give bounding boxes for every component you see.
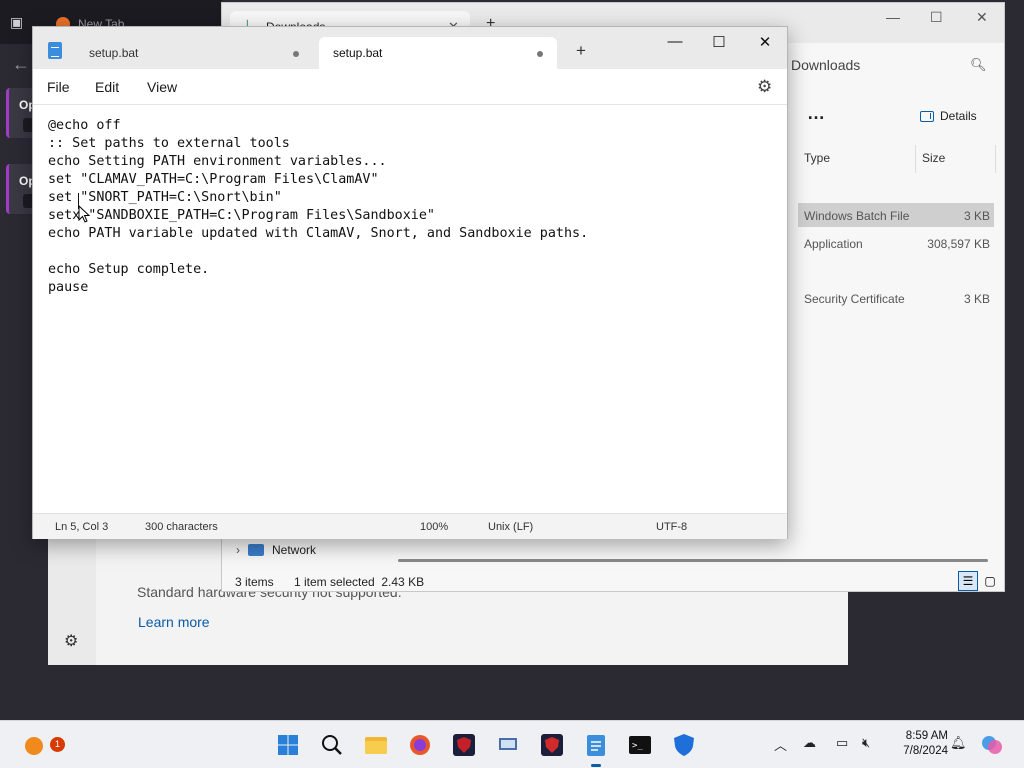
editor-line: echo Setting PATH environment variables.… (48, 154, 387, 169)
tab-overview-icon[interactable]: ▣ (10, 14, 28, 30)
address-breadcrumb[interactable]: Downloads (791, 57, 860, 73)
notepad-menu-bar: File Edit View ⚙ (33, 69, 787, 105)
notepad-window: setup.bat setup.bat + — ☐ ✕ File Edit Vi… (32, 26, 788, 539)
editor-line: echo Setup complete. (48, 262, 210, 277)
column-header-type[interactable]: Type (798, 145, 916, 173)
editor-line: pause (48, 280, 89, 295)
maximize-icon[interactable]: ☐ (930, 9, 943, 26)
notification-bell-icon[interactable]: 🔔︎ (950, 735, 967, 751)
line-ending: Unix (LF) (488, 521, 534, 533)
notepad-tab-label: setup.bat (333, 46, 383, 60)
learn-more-link[interactable]: Learn more (138, 614, 210, 630)
taskbar: 1 >_ ︿ ☁ ▭ 🔇︎ 8:59 AM 7/8/2024 🔔︎ (0, 720, 1024, 768)
zoom-level: 100% (420, 521, 449, 533)
search-icon[interactable] (318, 731, 346, 759)
editor-line: set "SNORT_PATH=C:\Snort\bin" (48, 190, 282, 205)
file-explorer-icon[interactable] (362, 731, 390, 759)
nav-item-label: Network (272, 543, 317, 557)
close-window-icon[interactable]: ✕ (976, 9, 988, 26)
file-size: 3 KB (963, 292, 990, 306)
column-header-size[interactable]: Size (916, 145, 996, 173)
file-row[interactable]: Windows Batch File 3 KB (798, 203, 994, 227)
system-clock[interactable]: 8:59 AM 7/8/2024 (890, 729, 948, 759)
browser-card-2[interactable]: Op (6, 164, 37, 214)
editor-line: :: Set paths to external tools (48, 136, 290, 151)
mute-icon[interactable]: 🔇︎ (862, 735, 870, 751)
copilot-icon[interactable] (978, 731, 1006, 759)
notepad-taskbar-icon[interactable] (582, 731, 610, 767)
terminal-icon[interactable]: >_ (626, 731, 654, 759)
minimize-icon[interactable]: — (886, 9, 900, 25)
clock-time: 8:59 AM (905, 730, 948, 742)
character-count: 300 characters (145, 521, 218, 533)
network-icon (248, 544, 264, 556)
weather-widget-icon[interactable]: 1 (20, 731, 65, 759)
notepad-tab-label: setup.bat (89, 46, 139, 60)
file-row[interactable]: Security Certificate 3 KB (798, 286, 994, 310)
menu-edit[interactable]: Edit (95, 79, 119, 95)
browser-card-1[interactable]: Op (6, 88, 37, 138)
close-window-icon[interactable]: ✕ (755, 33, 775, 51)
minimize-icon[interactable]: — (665, 33, 685, 50)
clock-date: 7/8/2024 (903, 745, 948, 757)
antivirus-app-icon[interactable] (538, 731, 566, 759)
editor-line: setx "SANDBOXIE_PATH=C:\Program Files\Sa… (48, 208, 435, 223)
security-app-icon[interactable] (450, 731, 478, 759)
svg-text:>_: >_ (632, 741, 643, 751)
details-label: Details (940, 109, 977, 123)
editor-line: echo PATH variable updated with ClamAV, … (48, 226, 589, 241)
notepad-status-bar: Ln 5, Col 3 300 characters 100% Unix (LF… (33, 513, 787, 539)
mouse-pointer-icon (78, 205, 90, 223)
file-type: Security Certificate (804, 292, 905, 306)
cloud-offline-icon[interactable]: ☁ (803, 735, 816, 751)
new-tab-plus-icon[interactable]: + (576, 41, 586, 61)
item-count: 3 items (235, 575, 274, 589)
encoding: UTF-8 (656, 521, 688, 533)
details-view-icon[interactable]: ☰ (958, 571, 978, 591)
notepad-tab[interactable]: setup.bat (75, 37, 313, 69)
tiles-view-icon[interactable]: ▢ (980, 571, 1000, 591)
file-type: Application (804, 237, 863, 251)
unsaved-dot-icon (293, 51, 299, 57)
unsaved-dot-icon (537, 51, 543, 57)
editor-line: @echo off (48, 118, 121, 133)
display-icon[interactable]: ▭ (836, 735, 848, 751)
menu-view[interactable]: View (147, 79, 177, 95)
notepad-app-icon (48, 42, 62, 59)
details-pane-button[interactable]: Details (920, 109, 977, 123)
file-type: Windows Batch File (804, 209, 910, 223)
chevron-right-icon[interactable]: › (236, 543, 240, 557)
editor-line: set "CLAMAV_PATH=C:\Program Files\ClamAV… (48, 172, 379, 187)
file-size: 3 KB (963, 209, 990, 223)
horizontal-scrollbar[interactable] (398, 559, 988, 562)
details-pane-icon (920, 110, 934, 122)
notepad-tab-bar: setup.bat setup.bat + — ☐ ✕ (33, 27, 787, 69)
more-options-button[interactable]: … (807, 103, 826, 124)
maximize-icon[interactable]: ☐ (709, 33, 729, 51)
cursor-position: Ln 5, Col 3 (55, 521, 109, 533)
file-size: 308,597 KB (927, 237, 990, 251)
text-editor-area[interactable]: @echo off :: Set paths to external tools… (48, 117, 773, 507)
search-icon[interactable]: 🔍︎ (970, 57, 987, 73)
settings-gear-icon[interactable]: ⚙ (64, 631, 78, 651)
notepad-tab-active[interactable]: setup.bat (319, 37, 557, 69)
explorer-status-bar: 3 items 1 item selected 2.43 KB (222, 571, 1004, 593)
file-row[interactable]: Application 308,597 KB (798, 231, 994, 255)
selection-info: 1 item selected 2.43 KB (294, 575, 425, 589)
windows-defender-icon[interactable] (670, 731, 698, 759)
settings-gear-icon[interactable]: ⚙ (757, 77, 772, 97)
menu-file[interactable]: File (47, 79, 70, 95)
start-menu-icon[interactable] (274, 731, 302, 759)
chevron-up-icon[interactable]: ︿ (774, 735, 787, 754)
back-arrow-icon[interactable]: ← (12, 54, 30, 75)
firefox-icon[interactable] (406, 731, 434, 759)
nav-item-network[interactable]: › Network (236, 543, 316, 557)
notification-badge: 1 (50, 737, 65, 752)
network-tool-icon[interactable] (494, 731, 522, 759)
